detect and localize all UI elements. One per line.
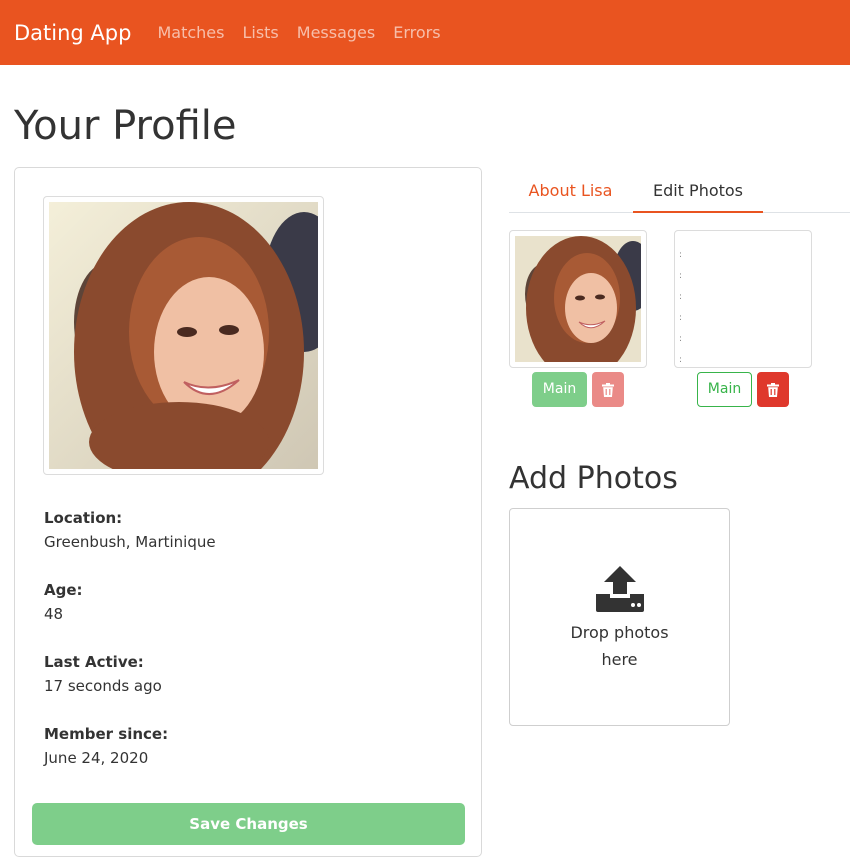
delete-photo-button[interactable] xyxy=(592,372,624,407)
set-main-photo-button[interactable]: Main xyxy=(532,372,587,407)
location-label: Location: xyxy=(44,509,123,527)
profile-photo-image xyxy=(49,202,318,469)
photo-thumbnail-image xyxy=(515,236,653,380)
location-info: Location: Greenbush, Martinique xyxy=(44,509,216,551)
upload-icon xyxy=(596,566,644,612)
tab-edit-photos[interactable]: Edit Photos xyxy=(633,168,763,213)
photo-thumbnail xyxy=(509,230,653,380)
member-since-label: Member since: xyxy=(44,725,169,743)
last-active-info: Last Active: 17 seconds ago xyxy=(44,653,162,695)
drop-text: Drop photos here xyxy=(510,619,729,673)
page-title: Your Profile xyxy=(14,103,237,149)
age-info: Age: 48 xyxy=(44,581,83,623)
profile-photo xyxy=(43,196,324,475)
tab-about[interactable]: About Lisa xyxy=(509,168,632,213)
drop-text-line2: here xyxy=(601,650,638,669)
nav-matches[interactable]: Matches xyxy=(157,23,224,42)
save-changes-button[interactable]: Save Changes xyxy=(32,803,465,845)
nav-lists[interactable]: Lists xyxy=(242,23,278,42)
photo-dropzone[interactable]: Drop photos here xyxy=(509,508,730,726)
trash-icon xyxy=(767,382,779,397)
last-active-value: 17 seconds ago xyxy=(44,677,162,695)
delete-photo-button[interactable] xyxy=(757,372,789,407)
add-photos-title: Add Photos xyxy=(509,461,678,496)
last-active-label: Last Active: xyxy=(44,653,144,671)
drop-text-line1: Drop photos xyxy=(570,623,669,642)
age-label: Age: xyxy=(44,581,83,599)
member-since-value: June 24, 2020 xyxy=(44,749,149,767)
photo-thumbnail-broken: :::::: xyxy=(674,230,812,368)
set-main-photo-button[interactable]: Main xyxy=(697,372,752,407)
broken-image-icon: :::::: xyxy=(679,250,683,365)
age-value: 48 xyxy=(44,605,64,623)
member-since-info: Member since: June 24, 2020 xyxy=(44,725,168,767)
trash-icon xyxy=(602,382,614,397)
profile-card: Location: Greenbush, Martinique Age: 48 … xyxy=(14,167,482,857)
location-value: Greenbush, Martinique xyxy=(44,533,216,551)
nav-messages[interactable]: Messages xyxy=(297,23,375,42)
profile-tabs: About Lisa Edit Photos xyxy=(509,168,850,213)
navbar: Dating App Matches Lists Messages Errors xyxy=(0,0,850,65)
brand-link[interactable]: Dating App xyxy=(14,21,131,45)
nav-errors[interactable]: Errors xyxy=(393,23,440,42)
